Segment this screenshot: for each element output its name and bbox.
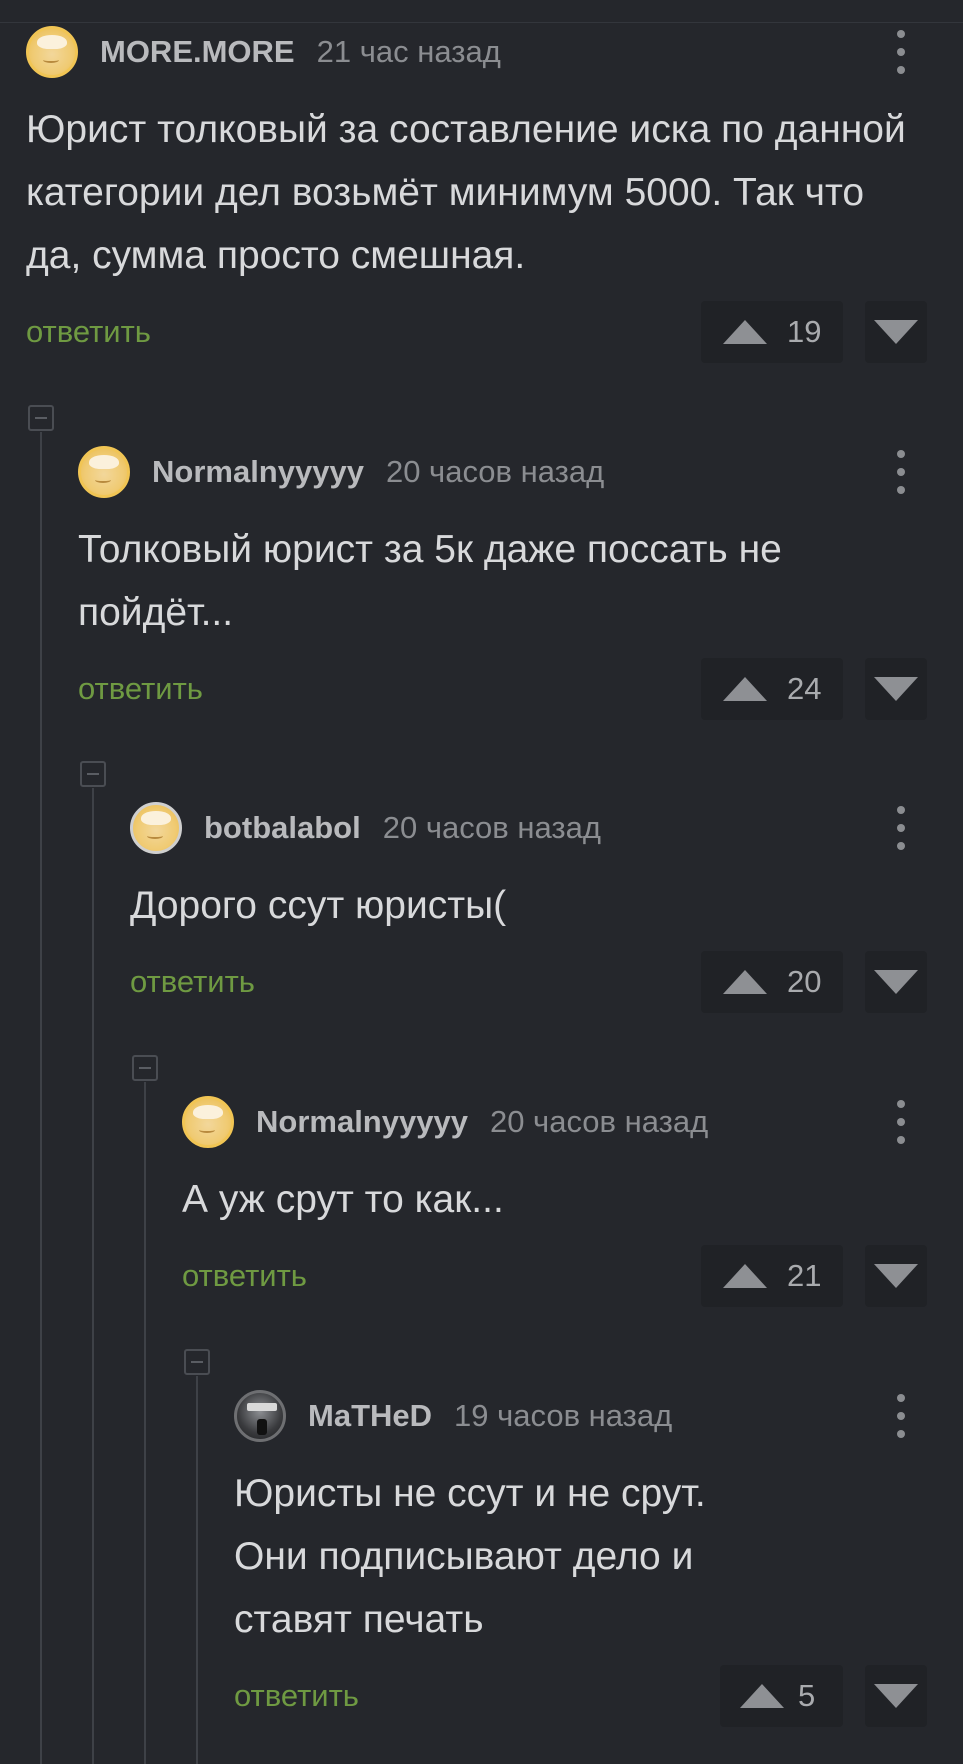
downvote-arrow-icon bbox=[874, 970, 918, 994]
comment-time: 20 часов назад bbox=[385, 454, 605, 489]
comment-header: Normalnyyyyy 20 часов назад bbox=[78, 446, 927, 498]
upvote-button[interactable]: 21 bbox=[701, 1245, 843, 1307]
comment-text: Юрист толковый за составление иска по да… bbox=[26, 108, 906, 277]
comment-header: MaTHeD 19 часов назад bbox=[234, 1390, 927, 1442]
top-divider bbox=[0, 22, 963, 23]
comment-text: Дорого ссут юристы( bbox=[130, 884, 507, 927]
vote-count: 24 bbox=[787, 671, 822, 706]
downvote-arrow-icon bbox=[874, 1684, 918, 1708]
comment-author[interactable]: MaTHeD bbox=[308, 1398, 432, 1434]
comment-time: 20 часов назад bbox=[382, 810, 601, 845]
more-vertical-icon[interactable] bbox=[893, 1394, 909, 1438]
upvote-button[interactable]: 24 bbox=[701, 658, 843, 720]
collapse-thread-icon[interactable] bbox=[80, 761, 106, 787]
comment-text: Юристы не ссут и не срут. Они подписываю… bbox=[234, 1472, 706, 1641]
upvote-arrow-icon bbox=[740, 1684, 784, 1708]
downvote-button[interactable] bbox=[865, 301, 927, 363]
comment-time: 21 час назад bbox=[316, 34, 501, 69]
upvote-button[interactable]: 20 bbox=[701, 951, 843, 1013]
reply-link[interactable]: ответить bbox=[130, 964, 255, 1000]
comment-time: 19 часов назад bbox=[454, 1398, 673, 1433]
reply-link[interactable]: ответить bbox=[234, 1678, 359, 1714]
vote-count: 5 bbox=[798, 1678, 816, 1713]
avatar[interactable] bbox=[182, 1096, 234, 1148]
avatar[interactable] bbox=[78, 446, 130, 498]
avatar[interactable] bbox=[130, 802, 182, 854]
comment-author[interactable]: MORE.MORE bbox=[100, 34, 295, 70]
thread-line bbox=[196, 1376, 198, 1764]
more-vertical-icon[interactable] bbox=[893, 806, 909, 850]
downvote-arrow-icon bbox=[874, 320, 918, 344]
comment-author[interactable]: Normalnyyyyy bbox=[256, 1104, 468, 1140]
avatar[interactable] bbox=[26, 26, 78, 78]
downvote-button[interactable] bbox=[865, 1245, 927, 1307]
comment-header: Normalnyyyyy 20 часов назад bbox=[182, 1096, 927, 1148]
collapse-thread-icon[interactable] bbox=[132, 1055, 158, 1081]
comment-header: MORE.MORE 21 час назад bbox=[26, 26, 927, 78]
reply-link[interactable]: ответить bbox=[26, 314, 151, 350]
more-vertical-icon[interactable] bbox=[893, 1100, 909, 1144]
avatar[interactable] bbox=[234, 1390, 286, 1442]
upvote-button[interactable]: 19 bbox=[701, 301, 843, 363]
upvote-arrow-icon bbox=[723, 320, 767, 344]
vote-count: 20 bbox=[787, 964, 822, 999]
thread-line bbox=[144, 1082, 146, 1764]
upvote-arrow-icon bbox=[723, 1264, 767, 1288]
downvote-arrow-icon bbox=[874, 1264, 918, 1288]
collapse-thread-icon[interactable] bbox=[184, 1349, 210, 1375]
downvote-button[interactable] bbox=[865, 951, 927, 1013]
comment-author[interactable]: Normalnyyyyy bbox=[152, 454, 364, 490]
vote-count: 21 bbox=[787, 1258, 822, 1293]
comment-footer: ответить 5 bbox=[234, 1665, 927, 1727]
comment: MaTHeD 19 часов назад Юристы не ссут и н… bbox=[234, 1390, 927, 1727]
downvote-arrow-icon bbox=[874, 677, 918, 701]
reply-link[interactable]: ответить bbox=[78, 671, 203, 707]
thread-line bbox=[40, 432, 42, 1764]
comment-footer: ответить 21 bbox=[182, 1245, 927, 1307]
more-vertical-icon[interactable] bbox=[893, 30, 909, 74]
vote-count: 19 bbox=[787, 314, 822, 349]
comment: MORE.MORE 21 час назад Юрист толковый за… bbox=[26, 26, 927, 363]
comment-footer: ответить 20 bbox=[130, 951, 927, 1013]
comment-header: botbalabol 20 часов назад bbox=[130, 802, 927, 854]
comment: botbalabol 20 часов назад Дорого ссут юр… bbox=[130, 802, 927, 1013]
downvote-button[interactable] bbox=[865, 658, 927, 720]
comment: Normalnyyyyy 20 часов назад А уж срут то… bbox=[182, 1096, 927, 1307]
reply-link[interactable]: ответить bbox=[182, 1258, 307, 1294]
upvote-arrow-icon bbox=[723, 677, 767, 701]
upvote-button[interactable]: 5 bbox=[720, 1665, 843, 1727]
comment-text: А уж срут то как... bbox=[182, 1178, 504, 1221]
comment-time: 20 часов назад bbox=[489, 1104, 709, 1139]
downvote-button[interactable] bbox=[865, 1665, 927, 1727]
comment-text: Толковый юрист за 5к даже поссать не пой… bbox=[78, 528, 782, 634]
thread-line bbox=[92, 788, 94, 1764]
collapse-thread-icon[interactable] bbox=[28, 405, 54, 431]
more-vertical-icon[interactable] bbox=[893, 450, 909, 494]
comment-author[interactable]: botbalabol bbox=[204, 810, 361, 846]
comment: Normalnyyyyy 20 часов назад Толковый юри… bbox=[78, 446, 927, 720]
upvote-arrow-icon bbox=[723, 970, 767, 994]
comment-footer: ответить 19 bbox=[26, 301, 927, 363]
comment-footer: ответить 24 bbox=[78, 658, 927, 720]
